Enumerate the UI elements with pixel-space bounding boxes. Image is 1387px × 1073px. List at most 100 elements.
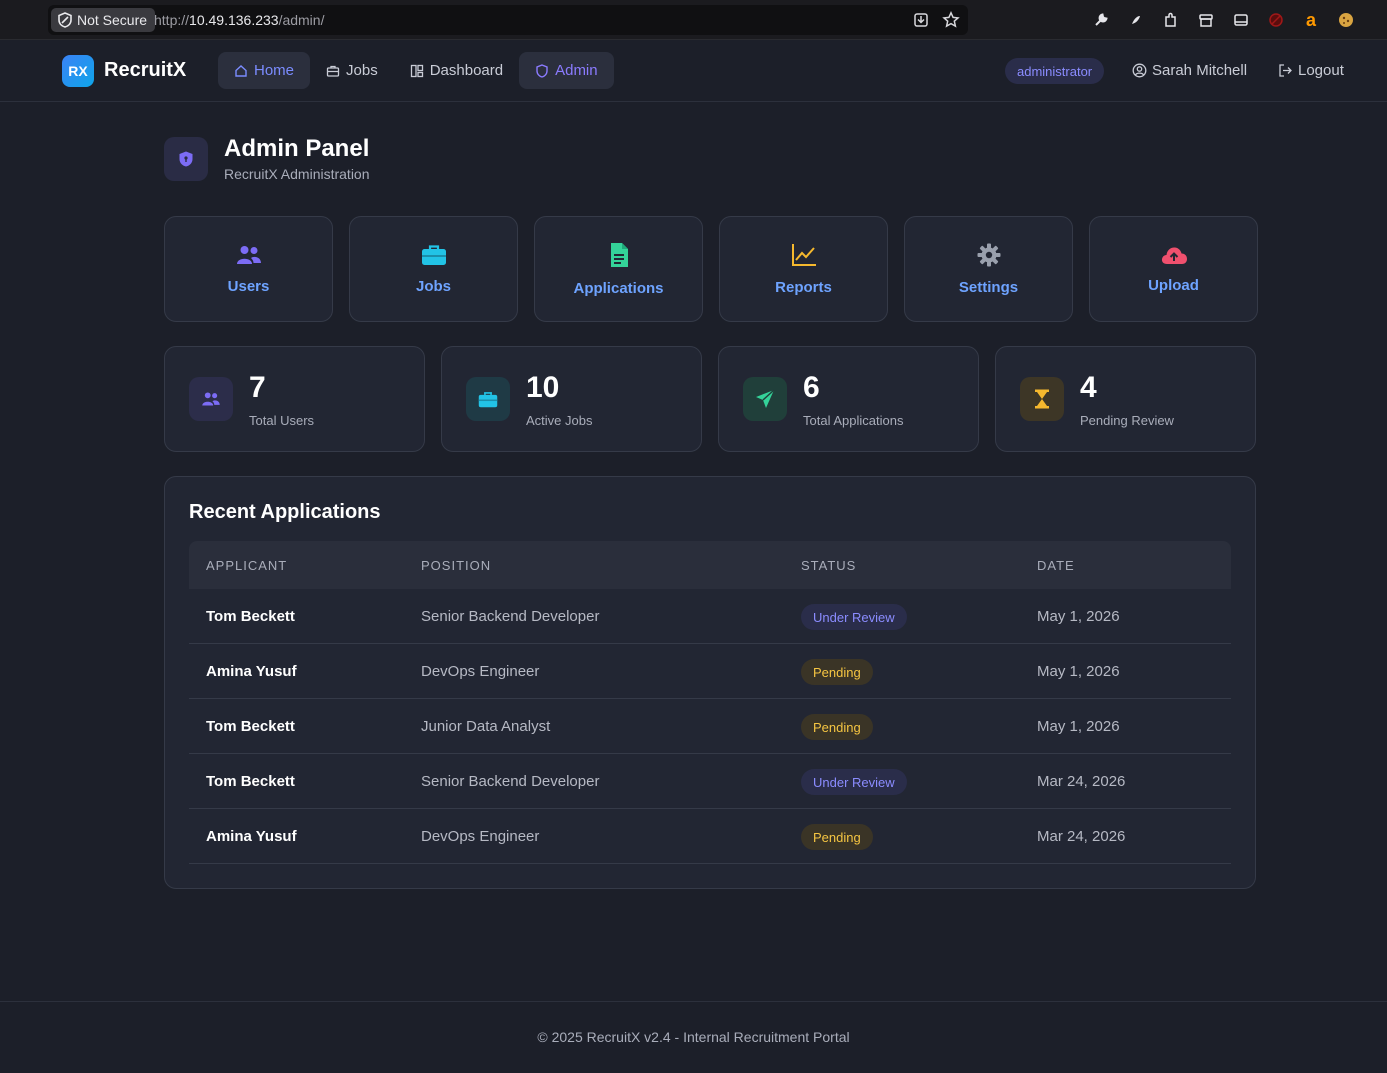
browser-toolbar: Not Secure http://10.49.136.233/admin/ a [0, 0, 1387, 40]
tile-reports[interactable]: Reports [719, 216, 888, 322]
position: Junior Data Analyst [421, 718, 551, 735]
cloud-upload-icon [1161, 246, 1187, 264]
download-icon[interactable] [912, 11, 930, 29]
puzzle-icon[interactable] [1162, 11, 1180, 29]
security-indicator[interactable]: Not Secure [51, 8, 156, 32]
nav-home-label: Home [254, 62, 295, 79]
status-badge: Pending [801, 659, 873, 685]
main-nav: Home Jobs Dashboard Admin [218, 52, 614, 89]
nav-admin[interactable]: Admin [519, 52, 614, 89]
stat-applications-icon-box [743, 377, 787, 421]
users-icon [202, 392, 220, 406]
header-status[interactable]: STATUS [801, 558, 856, 573]
url-text[interactable]: http://10.49.136.233/admin/ [154, 12, 324, 28]
sidebar-icon[interactable] [1232, 11, 1250, 29]
applicant-name: Tom Beckett [206, 608, 295, 625]
tile-settings[interactable]: Settings [904, 216, 1073, 322]
applicant-name: Tom Beckett [206, 773, 295, 790]
status-badge: Under Review [801, 769, 907, 795]
date: May 1, 2026 [1037, 718, 1120, 735]
table-row[interactable]: Amina Yusuf DevOps Engineer Pending Mar … [189, 809, 1231, 864]
stats-row: 7 Total Users 10 Active Jobs 6 Total App… [164, 346, 1256, 452]
app-name[interactable]: RecruitX [104, 59, 186, 82]
table-row[interactable]: Tom Beckett Junior Data Analyst Pending … [189, 699, 1231, 754]
extension-feather-icon[interactable] [1127, 11, 1145, 29]
shield-icon [179, 151, 193, 167]
status-badge: Pending [801, 714, 873, 740]
stat-value: 7 [249, 371, 266, 404]
hourglass-icon [1035, 389, 1049, 409]
tile-users[interactable]: Users [164, 216, 333, 322]
date: Mar 24, 2026 [1037, 773, 1126, 790]
stat-users-icon-box [189, 377, 233, 421]
stat-pending-icon-box [1020, 377, 1064, 421]
tile-users-label: Users [227, 277, 270, 295]
stat-total-applications: 6 Total Applications [718, 346, 979, 452]
tile-applications[interactable]: Applications [534, 216, 703, 322]
tile-jobs-label: Jobs [415, 277, 451, 295]
footer-text: © 2025 RecruitX v2.4 - Internal Recruitm… [537, 1029, 850, 1045]
stat-value: 6 [803, 371, 820, 404]
shield-warning-icon [58, 12, 72, 28]
gear-icon [977, 243, 1000, 266]
tile-jobs[interactable]: Jobs [349, 216, 518, 322]
recent-applications-panel: Recent Applications APPLICANT POSITION S… [164, 476, 1256, 889]
amazon-icon[interactable]: a [1302, 10, 1320, 30]
tile-applications-label: Applications [573, 279, 664, 297]
table-row[interactable]: Amina Yusuf DevOps Engineer Pending May … [189, 644, 1231, 699]
date: May 1, 2026 [1037, 663, 1120, 680]
date: Mar 24, 2026 [1037, 828, 1126, 845]
position: Senior Backend Developer [421, 608, 600, 625]
stat-active-jobs: 10 Active Jobs [441, 346, 702, 452]
nav-home[interactable]: Home [218, 52, 311, 89]
address-bar[interactable]: Not Secure http://10.49.136.233/admin/ [48, 5, 968, 35]
position: DevOps Engineer [421, 663, 540, 680]
blocker-icon[interactable] [1267, 11, 1285, 29]
chart-line-icon [791, 243, 816, 266]
nav-admin-label: Admin [555, 62, 598, 79]
applications-table: APPLICANT POSITION STATUS DATE Tom Becke… [189, 541, 1231, 864]
admin-shield-badge [164, 137, 208, 181]
date: May 1, 2026 [1037, 608, 1120, 625]
stat-caption: Pending Review [1080, 413, 1174, 428]
stat-caption: Active Jobs [526, 413, 593, 428]
page-title: Admin Panel [224, 135, 370, 162]
table-row[interactable]: Tom Beckett Senior Backend Developer Und… [189, 589, 1231, 644]
stat-caption: Total Users [249, 413, 315, 428]
header-applicant[interactable]: APPLICANT [206, 558, 287, 573]
table-header: APPLICANT POSITION STATUS DATE [189, 541, 1231, 589]
not-secure-label: Not Secure [77, 12, 148, 28]
table-row[interactable]: Tom Beckett Senior Backend Developer Und… [189, 754, 1231, 809]
cookie-icon[interactable] [1337, 11, 1355, 29]
stat-value: 4 [1080, 371, 1097, 404]
url-path: /admin/ [278, 12, 325, 28]
shield-icon [536, 63, 548, 78]
logout-label: Logout [1298, 62, 1344, 79]
header-date[interactable]: DATE [1037, 558, 1075, 573]
app-header: RX RecruitX Home Jobs Dashboard Admin ad… [0, 40, 1387, 102]
url-scheme: http:// [154, 12, 190, 28]
nav-dashboard[interactable]: Dashboard [394, 52, 519, 89]
user-name: Sarah Mitchell [1152, 62, 1248, 79]
logout-button[interactable]: Logout [1278, 62, 1344, 79]
tile-upload[interactable]: Upload [1089, 216, 1258, 322]
panel-title: Recent Applications [189, 501, 381, 523]
logo-badge[interactable]: RX [62, 55, 94, 87]
wrench-icon[interactable] [1092, 11, 1110, 29]
briefcase-icon [478, 391, 498, 407]
send-icon [756, 389, 775, 408]
nav-dashboard-label: Dashboard [429, 62, 504, 79]
role-badge: administrator [1005, 58, 1105, 84]
user-menu[interactable]: Sarah Mitchell [1132, 62, 1247, 79]
nav-jobs[interactable]: Jobs [310, 52, 394, 89]
position: DevOps Engineer [421, 828, 540, 845]
url-host: 10.49.136.233 [189, 12, 279, 28]
header-position[interactable]: POSITION [421, 558, 491, 573]
stat-jobs-icon-box [466, 377, 510, 421]
stat-pending-review: 4 Pending Review [995, 346, 1256, 452]
bookmark-star-icon[interactable] [942, 11, 960, 29]
archive-icon[interactable] [1197, 11, 1215, 29]
briefcase-icon [421, 244, 446, 265]
home-icon [235, 64, 247, 77]
dashboard-icon [410, 64, 423, 77]
